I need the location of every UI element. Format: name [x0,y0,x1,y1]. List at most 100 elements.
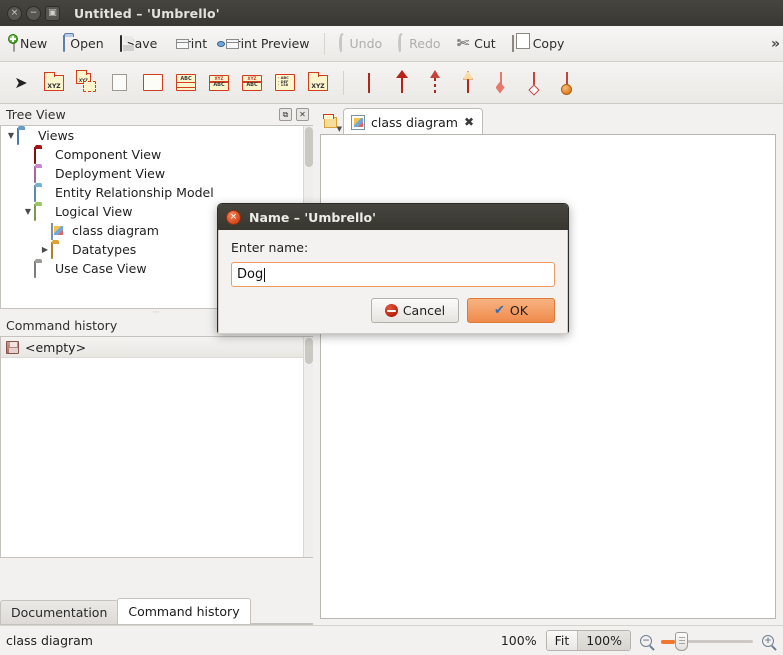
tree-item-label: Component View [55,147,162,162]
maximize-icon: ▣ [48,7,57,18]
toolbar-overflow-button[interactable]: » [771,36,780,52]
window-controls: × − ▣ [0,5,60,21]
new-document-icon [8,34,18,52]
interface-tool-button[interactable]: XYZ ABC [204,67,234,99]
zoom-100-button[interactable]: 100% [577,631,630,650]
tab-documentation[interactable]: Documentation [0,600,119,624]
slider-fill [661,639,675,644]
list-item[interactable]: <empty> [1,337,313,358]
cursor-arrow-icon: ➤ [14,72,28,92]
line-icon [360,70,378,96]
toolbar-separator [323,32,325,55]
tree-item-component-view[interactable]: Component View [1,145,313,164]
floppy-disk-icon [119,35,122,52]
tree-item-label: Deployment View [55,166,166,181]
entity-relationship-folder-icon [34,184,51,202]
redo-button[interactable]: Redo [391,30,447,58]
chevron-right-icon[interactable]: ▶ [39,245,51,254]
enum-tool-button[interactable]: · ABC · DEF · 138 [270,67,300,99]
open-button[interactable]: Open [56,30,110,58]
scrollbar-thumb[interactable] [305,127,313,167]
tab-class-diagram[interactable]: class diagram ✖ [343,108,484,135]
zoom-out-icon: − [642,635,650,646]
tree-view-header: Tree View ⧉ ✕ [0,104,313,125]
slider-handle[interactable] [675,631,688,651]
association-tool-button[interactable] [354,67,384,99]
tree-item-label: Datatypes [72,242,137,257]
command-history-scrollbar[interactable] [303,337,313,557]
scrollbar-thumb[interactable] [305,338,313,364]
command-history-list[interactable]: <empty> [0,336,313,558]
containment-tool-button[interactable] [552,67,582,99]
note-tool-button[interactable] [105,67,135,99]
dependency-tool-button[interactable] [420,67,450,99]
circle-end-icon [558,70,576,96]
undo-button[interactable]: Undo [332,30,390,58]
dialog-titlebar: × Name – 'Umbrello' [218,204,568,230]
zoom-out-button[interactable]: − [640,634,652,647]
ok-button-label: OK [509,303,528,318]
xyz-abc-box2-icon: XYZ ABC [242,74,262,91]
chevron-down-icon[interactable]: ▼ [5,131,17,140]
package-tool-button[interactable]: XYZ [72,67,102,99]
tree-view-float-button[interactable]: ⧉ [279,108,292,121]
chevron-down-icon[interactable]: ▼ [22,207,34,216]
close-window-button[interactable]: × [7,5,22,21]
copy-button[interactable]: Copy [505,30,572,58]
new-diagram-dropdown-button[interactable]: ▼ [319,111,342,133]
box-tool-button[interactable] [138,67,168,99]
cancel-button[interactable]: Cancel [371,298,459,323]
dashed-arrow-icon [426,69,444,96]
aggregation-tool-button[interactable] [519,67,549,99]
class-tool-button[interactable]: XYZ [39,67,69,99]
zoom-in-icon: + [764,635,772,646]
tree-view-close-button[interactable]: ✕ [296,108,309,121]
save-button[interactable]: Save [113,30,165,58]
dialog-close-button[interactable]: × [226,209,241,225]
dialog-body: Enter name: Dog Cancel ✔ OK [218,230,568,334]
component-view-folder-icon [34,146,51,164]
views-folder-icon [17,127,34,145]
scissors-icon: ✄ [456,34,470,52]
select-tool-button[interactable]: ➤ [6,67,36,99]
datatype-tool-button[interactable]: XYZ ABC [237,67,267,99]
folder-xyz-icon: XYZ [307,71,328,91]
artifact-tool-button[interactable]: XYZ [303,67,333,99]
minimize-window-button[interactable]: − [26,5,41,21]
tree-view-title: Tree View [6,107,66,122]
composition-tool-button[interactable] [486,67,516,99]
tab-documentation-label: Documentation [11,605,108,620]
name-input-value: Dog [237,267,264,282]
tab-command-history[interactable]: Command history [117,598,251,624]
logical-view-folder-icon [34,203,51,221]
zoom-in-button[interactable]: + [762,634,774,647]
hollow-arrow-icon [459,70,477,96]
main-toolbar: New Open Save Print Print Preview Undo R… [0,26,783,62]
cancel-icon [384,304,398,317]
command-history-panel: Command history ⧉ ✕ <empty> [0,315,313,558]
print-button[interactable]: Print [166,30,214,58]
status-bar-right: 100% Fit 100% − + [501,630,783,651]
status-message: class diagram [6,633,93,648]
tree-item-views[interactable]: ▼ Views [1,126,313,145]
tab-close-icon[interactable]: ✖ [464,115,474,129]
cut-button[interactable]: ✄ Cut [450,30,503,58]
window-title: Untitled – 'Umbrello' [74,5,220,21]
fit-button[interactable]: Fit [546,631,578,650]
ok-button[interactable]: ✔ OK [467,298,555,323]
new-button[interactable]: New [6,30,54,58]
generalization-tool-button[interactable] [387,67,417,99]
zoom-slider[interactable] [661,631,753,651]
tree-item-deployment-view[interactable]: Deployment View [1,164,313,183]
entity-tool-button[interactable]: ABC [171,67,201,99]
realization-tool-button[interactable] [453,67,483,99]
maximize-window-button[interactable]: ▣ [45,5,60,21]
list-box-icon: · ABC · DEF · 138 [275,74,295,91]
name-input[interactable]: Dog [231,262,555,287]
tree-item-entity-relationship-model[interactable]: Entity Relationship Model [1,183,313,202]
text-caret [264,267,266,282]
filled-diamond-icon [492,70,510,96]
save-history-icon [6,340,19,354]
copy-button-label: Copy [532,36,565,51]
print-preview-button[interactable]: Print Preview [216,30,316,58]
